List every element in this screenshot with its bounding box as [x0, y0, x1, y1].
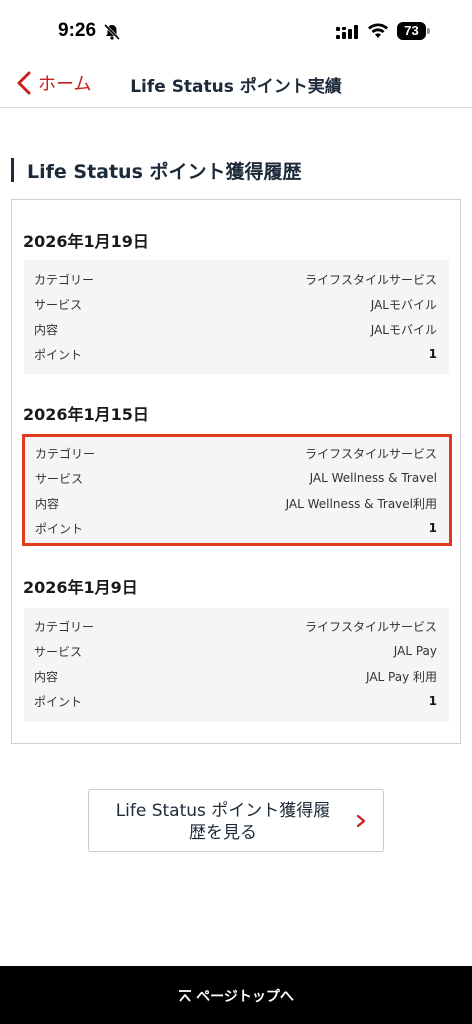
detail-row-content: 内容 JAL Pay 利用: [34, 666, 437, 686]
detail-row-points: ポイント 1: [35, 518, 437, 538]
status-bar: 9:26 73: [0, 0, 472, 58]
cellular-signal-icon: [336, 25, 358, 39]
page-top-button[interactable]: ページトップへ: [0, 966, 472, 1024]
detail-row-category: カテゴリー ライフスタイルサービス: [35, 443, 437, 463]
nav-bar: Life Status ポイント実績 ホーム: [0, 58, 472, 108]
points-value: 1: [428, 347, 437, 361]
battery-tip: [427, 28, 430, 34]
service-label: サービス: [34, 644, 83, 659]
cta-label-line2: 歴を見る: [189, 823, 257, 843]
category-value: ライフスタイルサービス: [304, 619, 437, 634]
detail-row-service: サービス JALモバイル: [34, 294, 437, 314]
content-value: JAL Pay 利用: [365, 669, 437, 684]
detail-row-category: カテゴリー ライフスタイルサービス: [34, 616, 437, 636]
arrow-up-to-top-icon: [179, 990, 192, 1002]
battery-level: 73: [397, 22, 426, 40]
service-value: JALモバイル: [370, 297, 437, 312]
category-value: ライフスタイルサービス: [304, 272, 437, 287]
battery-indicator: 73: [397, 22, 430, 40]
entry-date: 2026年1月19日: [23, 232, 149, 251]
detail-row-service: サービス JAL Pay: [34, 641, 437, 661]
points-label: ポイント: [35, 521, 84, 536]
bell-muted-icon: [103, 23, 121, 41]
entry-details: カテゴリー ライフスタイルサービス サービス JALモバイル 内容 JALモバイ…: [24, 260, 449, 374]
view-points-history-button[interactable]: Life Status ポイント獲得履 歴を見る: [88, 789, 384, 852]
entry-details-highlighted: カテゴリー ライフスタイルサービス サービス JAL Wellness & Tr…: [22, 434, 452, 546]
heading-accent-bar: [11, 158, 14, 182]
content-label: 内容: [35, 496, 60, 511]
cta-label-line1: Life Status ポイント獲得履: [115, 801, 331, 821]
wifi-icon: [368, 23, 388, 38]
service-label: サービス: [34, 297, 83, 312]
section-heading: Life Status ポイント獲得履歴: [11, 157, 302, 183]
entry-date: 2026年1月15日: [23, 405, 149, 424]
service-label: サービス: [35, 471, 84, 486]
back-button[interactable]: ホーム: [14, 68, 91, 98]
detail-row-points: ポイント 1: [34, 344, 437, 364]
page-top-content: ページトップへ: [0, 986, 472, 1006]
detail-row-content: 内容 JALモバイル: [34, 319, 437, 339]
detail-row-points: ポイント 1: [34, 691, 437, 711]
category-label: カテゴリー: [35, 446, 96, 461]
detail-row-service: サービス JAL Wellness & Travel: [35, 468, 437, 488]
category-value: ライフスタイルサービス: [304, 446, 437, 461]
content-label: 内容: [34, 322, 59, 337]
status-time: 9:26: [58, 20, 97, 41]
points-value: 1: [428, 521, 437, 535]
service-value: JAL Wellness & Travel: [309, 471, 437, 485]
chevron-left-icon: [17, 71, 31, 95]
entry-details: カテゴリー ライフスタイルサービス サービス JAL Pay 内容 JAL Pa…: [24, 608, 449, 722]
points-value: 1: [428, 694, 437, 708]
content-value: JALモバイル: [370, 322, 437, 337]
detail-row-content: 内容 JAL Wellness & Travel利用: [35, 493, 437, 513]
entry-date: 2026年1月9日: [23, 578, 138, 597]
view-points-history-label: Life Status ポイント獲得履 歴を見る: [103, 800, 343, 844]
section-heading-text: Life Status ポイント獲得履歴: [27, 160, 302, 183]
page-top-label: ページトップへ: [196, 989, 294, 1005]
points-label: ポイント: [34, 347, 83, 362]
service-value: JAL Pay: [393, 644, 437, 658]
content-value: JAL Wellness & Travel利用: [285, 496, 437, 511]
detail-row-category: カテゴリー ライフスタイルサービス: [34, 269, 437, 289]
points-label: ポイント: [34, 694, 83, 709]
page-title-text: Life Status ポイント実績: [130, 77, 342, 97]
back-button-label: ホーム: [38, 74, 92, 95]
chevron-right-icon: [356, 814, 366, 828]
category-label: カテゴリー: [34, 619, 95, 634]
points-history-card: 2026年1月19日 カテゴリー ライフスタイルサービス サービス JALモバイ…: [11, 199, 461, 744]
content-label: 内容: [34, 669, 59, 684]
category-label: カテゴリー: [34, 272, 95, 287]
